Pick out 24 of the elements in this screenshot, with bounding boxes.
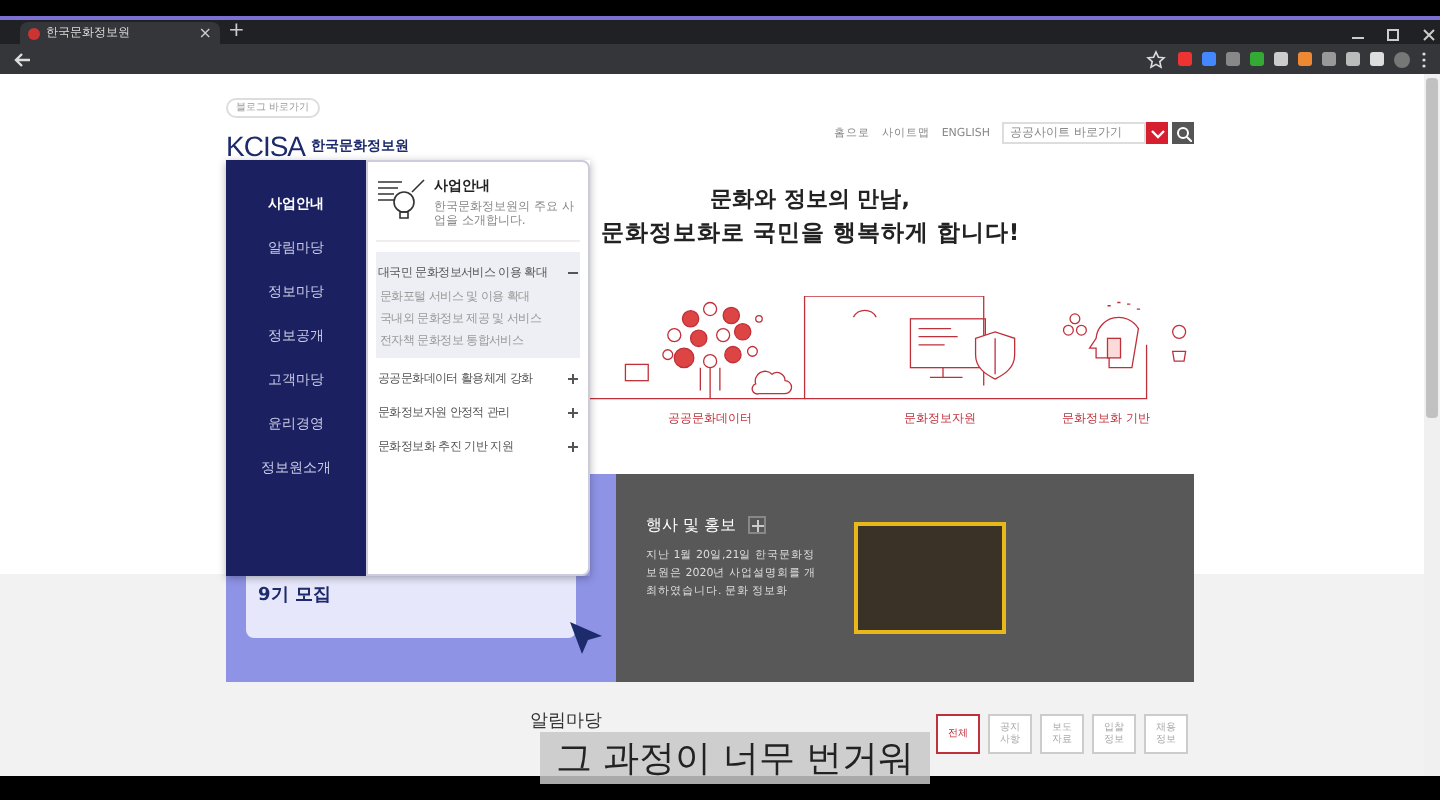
promo-title: 행사 및 홍보 — [646, 514, 737, 536]
menu-icon[interactable] — [1420, 51, 1428, 67]
section-title: 알림마당 — [530, 710, 602, 734]
hero-headline: 문화정보화로 국민을 행복하게 합니다! — [600, 216, 1020, 248]
banner-headline: 9기 모집 — [258, 584, 331, 608]
plus-icon — [751, 519, 764, 531]
logo-text[interactable]: KCISA — [226, 130, 306, 162]
scrollbar-thumb[interactable] — [1426, 78, 1438, 418]
lightbulb-pen-icon — [376, 176, 426, 220]
dropdown-button[interactable] — [1146, 122, 1168, 144]
favicon-icon — [28, 27, 40, 39]
search-icon — [1175, 125, 1191, 141]
hero-headline: 문화와 정보의 만남, — [708, 184, 912, 216]
video-subtitle: 그 과정이 너무 번거워 — [540, 732, 931, 784]
profile-avatar-icon[interactable] — [1394, 51, 1410, 67]
more-button[interactable] — [748, 516, 767, 534]
star-icon[interactable] — [1146, 49, 1166, 69]
chevron-down-icon — [1149, 127, 1165, 139]
tab-close-button[interactable]: × — [198, 25, 212, 41]
window-controls-drawing[interactable] — [1348, 26, 1440, 44]
back-arrow-icon[interactable] — [12, 49, 32, 69]
cursor-icon — [566, 618, 606, 658]
search-button[interactable] — [1172, 122, 1194, 144]
new-tab-button[interactable]: + — [228, 22, 245, 42]
